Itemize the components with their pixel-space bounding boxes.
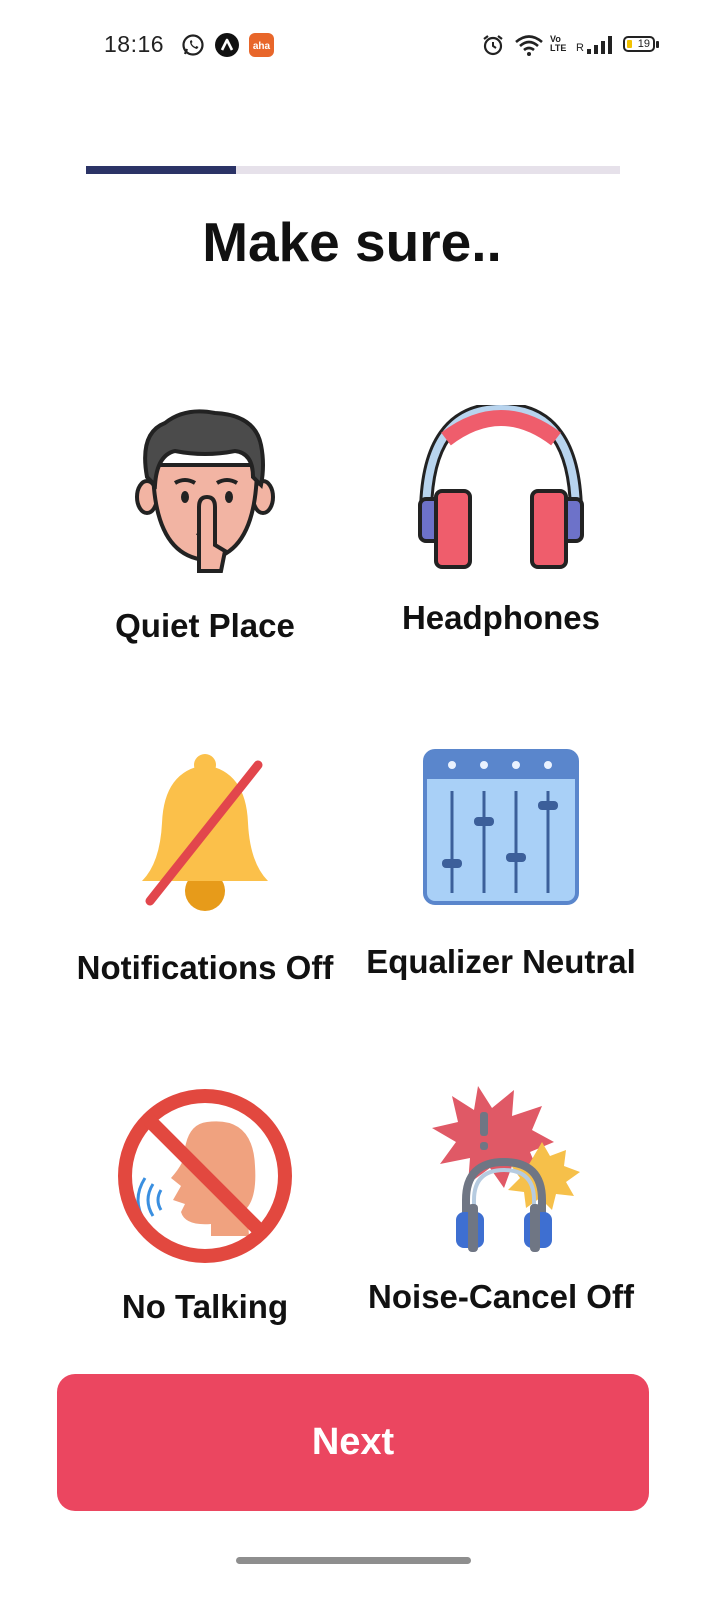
- battery-level: 19: [637, 38, 650, 50]
- volte-icon: Vo LTE: [550, 34, 567, 53]
- roaming-label: R: [576, 42, 584, 54]
- next-button-label: Next: [311, 1421, 395, 1463]
- headphones-icon: [418, 405, 584, 569]
- app-a-icon: [215, 33, 239, 57]
- checklist-item-no-talking: No Talking: [55, 1086, 355, 1326]
- checklist-label: Noise-Cancel Off: [368, 1278, 634, 1315]
- checklist-item-notifications-off: Notifications Off: [55, 753, 355, 987]
- alarm-icon: [481, 33, 505, 57]
- checklist-label: Notifications Off: [76, 949, 334, 986]
- bell-off-icon: [142, 754, 268, 911]
- battery-icon: 19: [623, 36, 655, 52]
- checklist-label: No Talking: [121, 1288, 289, 1325]
- page-title: Make sure..: [202, 211, 502, 273]
- home-indicator[interactable]: [236, 1557, 471, 1564]
- status-time: 18:16: [104, 31, 165, 57]
- noise-cancel-icon: [432, 1086, 580, 1252]
- whatsapp-icon: [181, 33, 205, 57]
- next-button[interactable]: Next: [57, 1374, 649, 1511]
- status-bar: 18:16 aha Vo LTE R 19: [0, 0, 720, 90]
- checklist-item-quiet-place: Quiet Place: [55, 405, 355, 645]
- equalizer-icon: [423, 749, 579, 905]
- checklist-item-headphones: Headphones: [351, 405, 651, 637]
- progress-fill: [86, 166, 236, 174]
- aha-badge-text: aha: [253, 41, 271, 52]
- checklist-label: Quiet Place: [115, 607, 295, 644]
- aha-icon: aha: [249, 33, 274, 57]
- signal-icon: [586, 33, 614, 57]
- progress-bar: [86, 166, 620, 174]
- no-talking-icon: [118, 1089, 292, 1263]
- quiet-face-icon: [135, 409, 275, 573]
- checklist-item-equalizer-neutral: Equalizer Neutral: [351, 747, 651, 981]
- checklist-label: Headphones: [401, 599, 601, 636]
- wifi-icon: [514, 33, 544, 57]
- checklist-item-noise-cancel-off: Noise-Cancel Off: [351, 1084, 651, 1316]
- checklist-label: Equalizer Neutral: [366, 943, 636, 980]
